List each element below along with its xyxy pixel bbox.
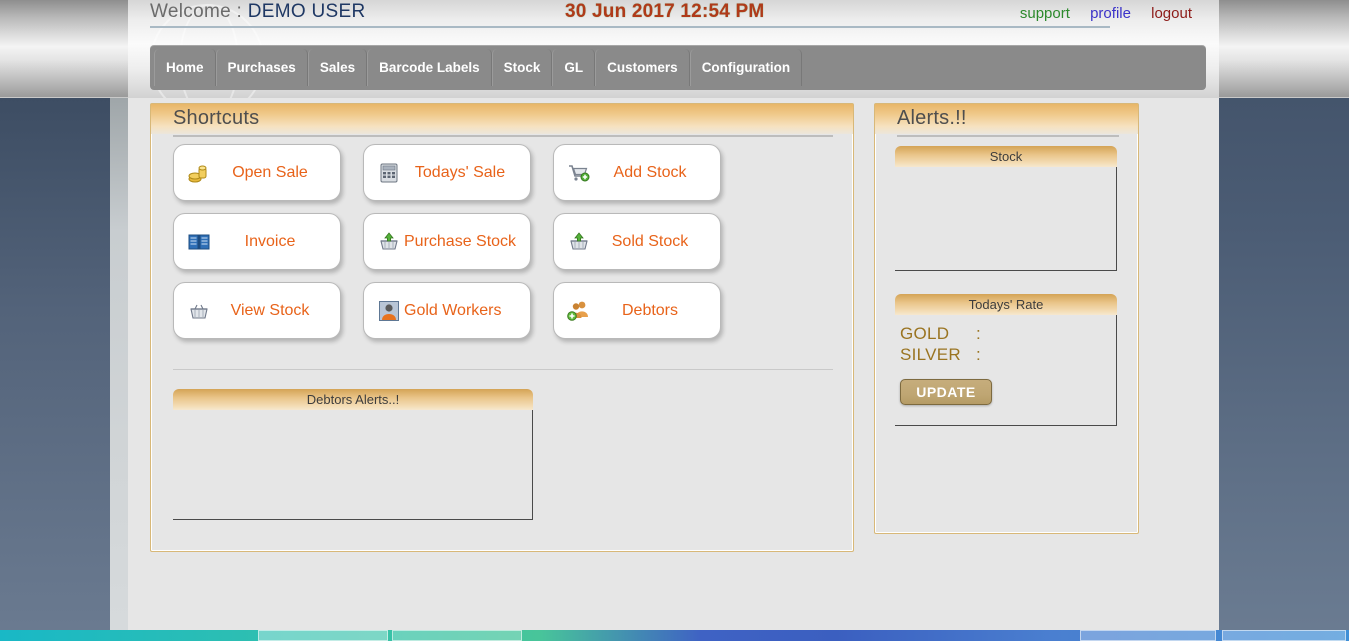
shortcuts-row: View Stock Gold Workers Debtors <box>151 282 853 339</box>
debtors-alerts-title: Debtors Alerts..! <box>173 389 533 410</box>
welcome-banner: Welcome : DEMO USER <box>150 1 365 23</box>
shortcuts-panel-header: Shortcuts <box>151 104 853 134</box>
shortcut-label: Open Sale <box>232 163 308 181</box>
stock-alert-title: Stock <box>895 146 1117 167</box>
shortcut-label: Gold Workers <box>404 301 502 319</box>
nav-item-sales[interactable]: Sales <box>307 49 368 86</box>
cart-add-icon <box>564 160 594 186</box>
shortcut-label: Todays' Sale <box>414 163 506 181</box>
shortcuts-title-rule <box>173 135 833 137</box>
shortcut-label: Add Stock <box>613 163 687 181</box>
stock-alert-box: Stock <box>895 146 1117 271</box>
page-left-gutter <box>110 98 128 630</box>
calculator-icon <box>374 160 404 186</box>
alerts-panel-header: Alerts.!! <box>875 104 1138 134</box>
welcome-label: Welcome : <box>150 1 243 22</box>
welcome-username: DEMO USER <box>247 1 366 22</box>
shortcut-todays-sale[interactable]: Todays' Sale <box>363 144 531 201</box>
nav-item-configuration[interactable]: Configuration <box>689 49 803 86</box>
page-body: Shortcuts Open Sale Todays' Sale Add Sto… <box>128 98 1219 630</box>
application-viewport: Welcome : DEMO USER 30 Jun 2017 12:54 PM… <box>128 0 1219 630</box>
shortcut-open-sale[interactable]: Open Sale <box>173 144 341 201</box>
main-navigation: Home Purchases Sales Barcode Labels Stoc… <box>150 45 1206 90</box>
shortcut-purchase-stock[interactable]: Purchase Stock <box>363 213 531 270</box>
gold-rate-colon: : <box>976 324 982 343</box>
todays-rate-box: Todays' Rate GOLD : SILVER : UPDATE <box>895 294 1117 426</box>
gold-rate-row: GOLD : <box>895 323 1116 344</box>
debtors-alerts-content <box>173 410 533 520</box>
shortcut-gold-workers[interactable]: Gold Workers <box>363 282 531 339</box>
shortcut-view-stock[interactable]: View Stock <box>173 282 341 339</box>
silver-rate-label: SILVER <box>900 345 962 364</box>
shortcut-add-stock[interactable]: Add Stock <box>553 144 721 201</box>
taskbar-window-1[interactable] <box>258 630 388 641</box>
header-divider <box>150 26 1110 28</box>
nav-item-gl[interactable]: GL <box>552 49 596 86</box>
shortcut-label: Purchase Stock <box>404 232 517 250</box>
profile-link[interactable]: profile <box>1090 5 1131 22</box>
basket-out-icon <box>564 229 594 255</box>
taskbar-window-4[interactable] <box>1222 630 1346 641</box>
worker-avatar-icon <box>374 298 404 324</box>
silver-rate-colon: : <box>976 345 982 364</box>
nav-item-list: Home Purchases Sales Barcode Labels Stoc… <box>154 49 1206 86</box>
todays-rate-content: GOLD : SILVER : UPDATE <box>895 315 1117 426</box>
nav-item-barcode-labels[interactable]: Barcode Labels <box>367 49 492 86</box>
shortcuts-divider <box>173 369 833 370</box>
shortcuts-grid: Open Sale Todays' Sale Add Stock Invoice… <box>151 144 853 351</box>
support-link[interactable]: support <box>1020 5 1070 22</box>
nav-item-customers[interactable]: Customers <box>595 49 690 86</box>
shortcut-invoice[interactable]: Invoice <box>173 213 341 270</box>
shortcut-label: View Stock <box>230 301 310 319</box>
alerts-title: Alerts.!! <box>897 107 967 129</box>
app-header: Welcome : DEMO USER 30 Jun 2017 12:54 PM… <box>128 0 1219 42</box>
shortcut-label: Debtors <box>621 301 679 319</box>
basket-icon <box>184 298 214 324</box>
alerts-panel: Alerts.!! Stock Todays' Rate GOLD : SILV… <box>874 103 1139 534</box>
shortcuts-panel: Shortcuts Open Sale Todays' Sale Add Sto… <box>150 103 854 552</box>
update-rate-button[interactable]: UPDATE <box>900 379 992 405</box>
nav-item-purchases[interactable]: Purchases <box>215 49 308 86</box>
shortcut-label: Invoice <box>244 232 296 250</box>
header-datetime: 30 Jun 2017 12:54 PM <box>565 1 765 22</box>
nav-item-home[interactable]: Home <box>154 49 216 86</box>
header-links: support profile logout <box>1004 5 1192 22</box>
debtors-alerts-box: Debtors Alerts..! <box>173 389 533 520</box>
shortcut-sold-stock[interactable]: Sold Stock <box>553 213 721 270</box>
stock-alert-content <box>895 167 1117 271</box>
nav-item-stock[interactable]: Stock <box>491 49 553 86</box>
logout-link[interactable]: logout <box>1151 5 1192 22</box>
gold-coins-icon <box>184 160 214 186</box>
alerts-title-rule <box>897 135 1119 137</box>
shortcut-label: Sold Stock <box>611 232 689 250</box>
desktop-left-fill <box>0 98 110 630</box>
people-add-icon <box>564 298 594 324</box>
book-icon <box>184 229 214 255</box>
os-taskbar[interactable] <box>0 630 1349 641</box>
todays-rate-title: Todays' Rate <box>895 294 1117 315</box>
shortcuts-title: Shortcuts <box>173 107 260 129</box>
shortcuts-row: Invoice Purchase Stock Sold Stock <box>151 213 853 270</box>
taskbar-window-3[interactable] <box>1080 630 1216 641</box>
gold-rate-label: GOLD <box>900 324 950 343</box>
shortcuts-row: Open Sale Todays' Sale Add Stock <box>151 144 853 201</box>
basket-in-icon <box>374 229 404 255</box>
silver-rate-row: SILVER : <box>895 344 1116 365</box>
shortcut-debtors[interactable]: Debtors <box>553 282 721 339</box>
taskbar-window-2[interactable] <box>392 630 522 641</box>
